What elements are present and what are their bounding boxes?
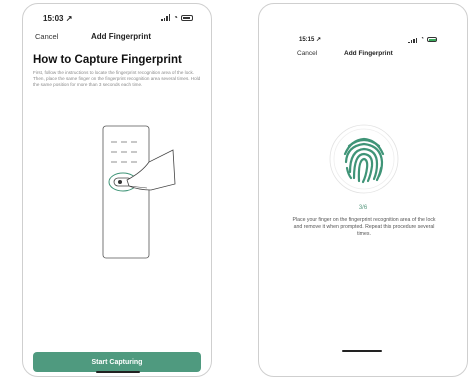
nav-bar: Cancel Add Fingerprint — [23, 32, 211, 46]
signal-icon — [161, 14, 171, 21]
wifi-icon: ◔ — [420, 36, 424, 42]
cancel-button[interactable]: Cancel — [35, 32, 58, 41]
lock-illustration — [102, 125, 176, 259]
status-icons: ◔ — [161, 13, 193, 22]
capture-guide-screen: 15:03 ↗ ◔ Cancel Add Fingerprint How to … — [22, 3, 212, 377]
nav-title: Add Fingerprint — [344, 50, 393, 57]
fingerprint-icon — [329, 124, 399, 194]
battery-icon — [427, 37, 437, 42]
home-indicator — [342, 350, 382, 352]
wifi-icon: ◔ — [173, 13, 178, 22]
start-capturing-button[interactable]: Start Capturing — [33, 352, 201, 372]
home-indicator — [96, 371, 140, 373]
status-bar: 15:03 ↗ ◔ — [23, 14, 211, 26]
instructions-text: First, follow the instructions to locate… — [33, 70, 201, 88]
status-icons: ◔ — [408, 36, 437, 43]
capture-progress-screen: 15:15 ↗ ◔ Cancel Add Fingerprint 3/6 Pla… — [258, 3, 468, 377]
location-arrow-icon: ↗ — [316, 37, 322, 43]
battery-icon — [181, 14, 193, 21]
location-arrow-icon: ↗ — [65, 14, 73, 23]
cancel-button[interactable]: Cancel — [297, 50, 317, 57]
status-time: 15:03 ↗ — [43, 14, 73, 23]
signal-icon — [408, 36, 418, 43]
capture-progress: 3/6 — [358, 205, 368, 211]
status-time: 15:15 ↗ — [299, 37, 322, 43]
nav-title: Add Fingerprint — [91, 32, 151, 41]
nav-bar: Cancel Add Fingerprint — [259, 50, 467, 64]
capture-prompt: Place your finger on the fingerprint rec… — [292, 217, 436, 237]
page-title: How to Capture Fingerprint — [33, 54, 182, 66]
status-bar: 15:15 ↗ ◔ — [259, 36, 467, 48]
